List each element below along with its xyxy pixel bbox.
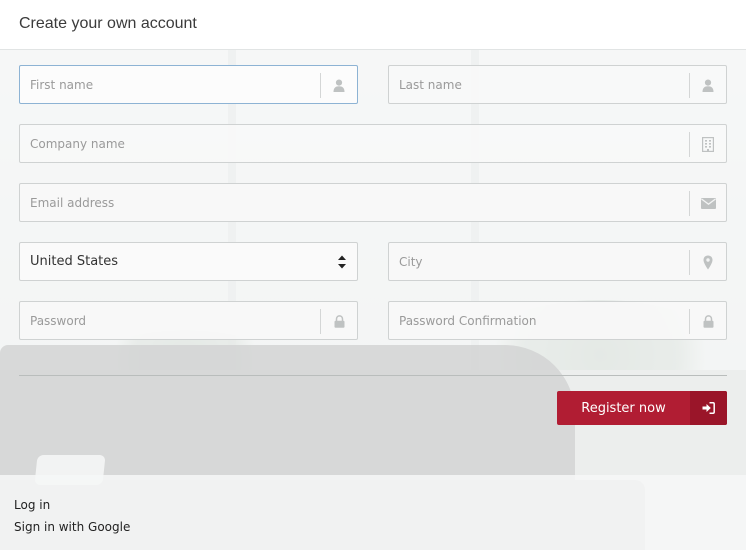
email-input[interactable] xyxy=(20,184,688,221)
registration-form: United States Register now xyxy=(0,0,746,475)
register-now-label: Register now xyxy=(581,400,666,416)
last-name-input[interactable] xyxy=(389,66,689,103)
footer-links: Log in Sign in with Google xyxy=(14,494,130,538)
first-name-field xyxy=(19,65,358,104)
sign-in-with-google-link[interactable]: Sign in with Google xyxy=(14,516,130,538)
lock-icon xyxy=(320,309,357,334)
sort-caret-icon xyxy=(335,253,349,271)
user-icon xyxy=(689,73,726,98)
first-name-input[interactable] xyxy=(20,66,320,103)
user-icon xyxy=(320,73,357,98)
envelope-icon xyxy=(689,191,726,216)
password-confirmation-field xyxy=(388,301,727,340)
city-input[interactable] xyxy=(389,243,689,280)
last-name-field xyxy=(388,65,727,104)
country-select[interactable]: United States xyxy=(19,242,358,281)
city-field xyxy=(388,242,727,281)
register-now-button[interactable]: Register now xyxy=(557,391,727,425)
log-in-link[interactable]: Log in xyxy=(14,494,130,516)
sign-in-icon xyxy=(690,391,727,425)
company-name-field xyxy=(19,124,727,163)
password-confirmation-input[interactable] xyxy=(389,302,689,339)
map-marker-icon xyxy=(689,250,726,275)
company-name-input[interactable] xyxy=(20,125,688,162)
password-field xyxy=(19,301,358,340)
lock-icon xyxy=(689,309,726,334)
form-divider xyxy=(19,375,727,376)
country-select-value: United States xyxy=(30,254,119,269)
building-icon xyxy=(689,132,726,157)
email-field xyxy=(19,183,727,222)
password-input[interactable] xyxy=(20,302,320,339)
